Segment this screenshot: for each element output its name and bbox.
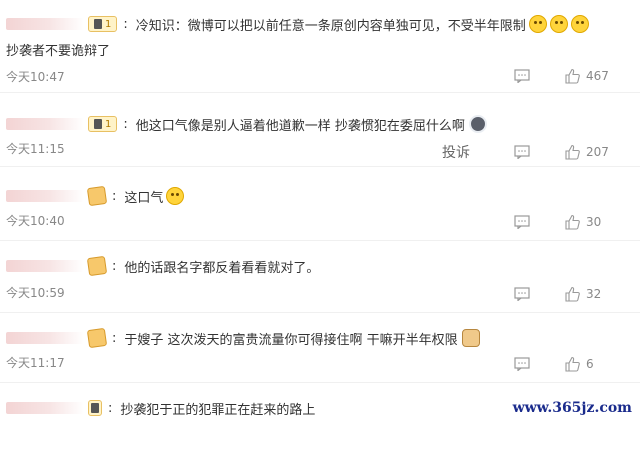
username-blurred[interactable] <box>6 260 84 272</box>
comment-header: 1 : 他这口气像是别人逼着他道歉一样 抄袭惯犯在委屈什么啊 <box>0 112 487 136</box>
divider <box>0 92 640 93</box>
comment-header: : 这口气 <box>0 184 185 208</box>
comment-text: 他的话跟名字都反着看看就对了。 <box>124 260 320 276</box>
like-count: 467 <box>586 69 609 83</box>
like-count: 207 <box>586 145 609 159</box>
divider <box>0 312 640 313</box>
comment-text: 冷知识：微博可以把以前任意一条原创内容单独可见，不受半年限制 <box>135 18 526 34</box>
smile-icon <box>549 15 568 33</box>
like-button[interactable]: 30 <box>564 214 624 230</box>
thumbs-up-icon <box>565 214 580 230</box>
like-button[interactable]: 467 <box>564 68 624 84</box>
smile-icon <box>528 15 547 33</box>
badge-bar-icon <box>94 119 102 129</box>
fan-badge[interactable]: 1 <box>88 16 118 32</box>
comment-header: 1 : 冷知识：微博可以把以前任意一条原创内容单独可见，不受半年限制 <box>0 12 589 36</box>
comment-actions: 投诉 207 <box>442 142 624 162</box>
badge-bar-icon <box>91 403 99 413</box>
watermark: www.365jz.com <box>512 400 632 416</box>
comment-time: 今天10:47 <box>6 70 65 84</box>
comment-actions: 467 <box>512 66 624 86</box>
smile-icon <box>570 15 589 33</box>
comment-text-line2: 抄袭者不要诡辩了 <box>6 44 111 59</box>
comment-header: : 他的话跟名字都反着看看就对了。 <box>0 254 319 278</box>
comment-header: : 于嫂子 这次泼天的富贵流量你可得接住啊 干嘛开半年权限 <box>0 326 480 350</box>
comment-time: 今天10:59 <box>6 286 65 300</box>
thumbs-up-icon <box>565 144 580 160</box>
comment-time: 今天10:40 <box>6 214 65 228</box>
medal-icon[interactable] <box>86 185 108 207</box>
thumbs-up-icon <box>565 286 580 302</box>
badge-bar-icon <box>94 19 102 29</box>
comment-actions: 32 <box>512 284 624 304</box>
username-blurred[interactable] <box>6 118 84 130</box>
like-count: 32 <box>586 287 602 301</box>
username-blurred[interactable] <box>6 190 84 202</box>
colon: : <box>112 188 117 204</box>
like-button[interactable]: 32 <box>564 286 624 302</box>
colon: : <box>108 400 113 416</box>
fan-badge[interactable] <box>88 400 102 416</box>
reply-icon[interactable] <box>512 354 532 374</box>
comment-item: 1 : 他这口气像是别人逼着他道歉一样 抄袭惯犯在委屈什么啊 今天11:15 投… <box>0 108 640 178</box>
comment-text: 这口气 <box>124 190 164 206</box>
divider <box>0 166 640 167</box>
smirk-icon <box>166 187 185 205</box>
like-button[interactable]: 207 <box>564 144 624 160</box>
username-blurred[interactable] <box>6 332 84 344</box>
reply-icon[interactable] <box>512 66 532 86</box>
reply-icon[interactable] <box>512 142 532 162</box>
comment-text: 他这口气像是别人逼着他道歉一样 抄袭惯犯在委屈什么啊 <box>135 118 465 134</box>
comment-actions: 30 <box>512 212 624 232</box>
report-button[interactable]: 投诉 <box>442 142 470 162</box>
doge-icon <box>461 329 480 347</box>
colon: : <box>123 116 128 132</box>
colon: : <box>112 258 117 274</box>
fan-badge[interactable]: 1 <box>88 116 118 132</box>
comment-text: 于嫂子 这次泼天的富贵流量你可得接住啊 干嘛开半年权限 <box>124 332 458 348</box>
thumbs-up-icon <box>565 68 580 84</box>
comment-time: 今天11:15 <box>6 142 65 156</box>
colon: : <box>123 16 128 32</box>
comment-time: 今天11:17 <box>6 356 65 370</box>
like-button[interactable]: 6 <box>564 356 624 372</box>
like-count: 30 <box>586 215 602 229</box>
thumbs-up-icon <box>565 356 580 372</box>
comment-item: 1 : 冷知识：微博可以把以前任意一条原创内容单独可见，不受半年限制 抄袭者不要… <box>0 0 640 84</box>
reply-icon[interactable] <box>512 284 532 304</box>
reply-icon[interactable] <box>512 212 532 232</box>
username-blurred[interactable] <box>6 18 84 30</box>
comment-actions: 6 <box>512 354 624 374</box>
medal-icon[interactable] <box>86 255 108 277</box>
comment-header: : 抄袭犯于正的犯罪正在赶来的路上 <box>0 396 315 420</box>
comment-text: 抄袭犯于正的犯罪正在赶来的路上 <box>120 402 316 418</box>
medal-icon[interactable] <box>86 327 108 349</box>
husky-icon <box>468 115 487 133</box>
like-count: 6 <box>586 357 594 371</box>
divider <box>0 382 640 383</box>
username-blurred[interactable] <box>6 402 84 414</box>
colon: : <box>112 330 117 346</box>
divider <box>0 240 640 241</box>
